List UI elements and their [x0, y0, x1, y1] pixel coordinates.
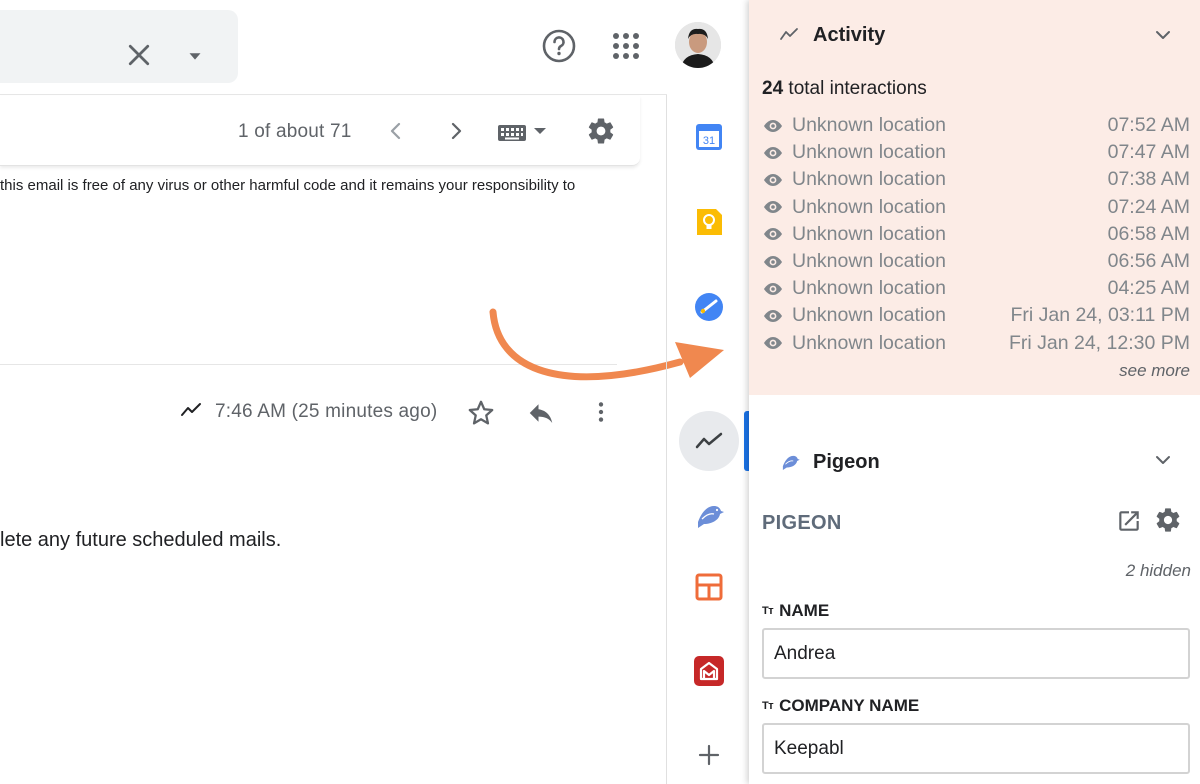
activity-location: Unknown location — [792, 141, 946, 164]
company-name-field-label-text: COMPANY NAME — [779, 696, 920, 715]
calendar-day: 31 — [703, 135, 715, 147]
total-interactions: 24 total interactions — [762, 78, 927, 100]
eye-icon — [764, 173, 782, 186]
mailsuite-icon[interactable] — [692, 654, 726, 688]
activity-time: Fri Jan 24, 03:11 PM — [1010, 304, 1190, 327]
tracking-trend-icon[interactable] — [692, 424, 726, 458]
help-icon[interactable] — [541, 28, 577, 64]
activity-time: 07:38 AM — [1107, 168, 1190, 191]
pigeon-title: Pigeon — [813, 451, 880, 473]
eye-icon — [764, 337, 782, 350]
name-field-label-text: NAME — [779, 601, 830, 620]
hidden-fields-count[interactable]: 2 hidden — [1126, 561, 1191, 581]
plus-icon[interactable] — [692, 738, 726, 772]
close-icon[interactable] — [124, 40, 154, 70]
message-timestamp: 7:46 AM (25 minutes ago) — [215, 401, 438, 422]
activity-row[interactable]: Unknown location 06:56 AM — [762, 248, 1192, 275]
email-disclaimer: this email is free of any virus or other… — [0, 177, 576, 194]
calendar-icon[interactable]: 31 — [692, 120, 726, 154]
activity-row[interactable]: Unknown location 07:52 AM — [762, 112, 1192, 139]
pagination-count: 1 of about 71 — [238, 121, 352, 142]
activity-time: 04:25 AM — [1107, 277, 1190, 300]
activity-location: Unknown location — [792, 195, 946, 218]
text-type-icon: Tт — [762, 605, 774, 617]
activity-location: Unknown location — [792, 114, 946, 137]
reply-icon[interactable] — [526, 398, 556, 428]
avatar[interactable] — [675, 22, 721, 68]
text-type-icon: Tт — [762, 700, 774, 712]
activity-time: 07:24 AM — [1107, 195, 1190, 218]
activity-list: Unknown location 07:52 AM Unknown locati… — [762, 112, 1192, 357]
activity-location: Unknown location — [792, 277, 946, 300]
chevron-down-icon[interactable] — [1151, 23, 1175, 47]
company-name-field[interactable] — [762, 723, 1190, 774]
pigeon-bird-icon[interactable] — [692, 497, 726, 531]
avatar-portrait-icon — [675, 22, 721, 68]
activity-row[interactable]: Unknown location 04:25 AM — [762, 275, 1192, 302]
activity-row[interactable]: Unknown location 06:58 AM — [762, 221, 1192, 248]
see-more-link[interactable]: see more — [1119, 361, 1190, 381]
message-divider — [0, 364, 617, 365]
search-box[interactable] — [0, 10, 238, 83]
activity-row[interactable]: Unknown location Fri Jan 24, 03:11 PM — [762, 302, 1192, 329]
eye-icon — [764, 201, 782, 214]
total-interactions-label: total interactions — [788, 78, 927, 99]
addon-side-panel: Activity 24 total interactions Unknown l… — [749, 0, 1200, 784]
gear-icon[interactable] — [586, 116, 616, 146]
name-field-label: Tт NAME — [762, 601, 829, 621]
chevron-down-icon[interactable] — [1151, 448, 1175, 472]
more-vertical-icon[interactable] — [588, 398, 614, 426]
activity-location: Unknown location — [792, 250, 946, 273]
keyboard-icon[interactable] — [496, 120, 552, 144]
tracking-trend-icon — [181, 403, 201, 416]
keep-icon[interactable] — [692, 205, 726, 239]
chevron-right-icon[interactable] — [444, 119, 468, 143]
caret-down-icon[interactable] — [184, 45, 206, 67]
activity-location: Unknown location — [792, 168, 946, 191]
activity-location: Unknown location — [792, 331, 946, 354]
gear-icon[interactable] — [1154, 506, 1182, 534]
activity-time: 06:58 AM — [1107, 222, 1190, 245]
eye-icon — [764, 119, 782, 132]
open-external-icon[interactable] — [1116, 508, 1142, 534]
activity-row[interactable]: Unknown location 07:47 AM — [762, 139, 1192, 166]
activity-time: 07:52 AM — [1107, 114, 1190, 137]
activity-time: Fri Jan 24, 12:30 PM — [1008, 331, 1190, 354]
tracking-trend-icon — [780, 28, 798, 40]
activity-location: Unknown location — [792, 222, 946, 245]
pigeon-bird-icon — [782, 455, 800, 471]
eye-icon — [764, 309, 782, 322]
eye-icon — [764, 255, 782, 268]
total-interactions-count: 24 — [762, 78, 784, 99]
activity-row[interactable]: Unknown location 07:38 AM — [762, 166, 1192, 193]
tasks-icon[interactable] — [692, 290, 726, 324]
eye-icon — [764, 282, 782, 295]
activity-row[interactable]: Unknown location Fri Jan 24, 12:30 PM — [762, 330, 1192, 357]
activity-location: Unknown location — [792, 304, 946, 327]
activity-time: 06:56 AM — [1107, 250, 1190, 273]
pigeon-section-label: PIGEON — [762, 512, 842, 534]
message-body-text: lete any future scheduled mails. — [0, 529, 282, 551]
chevron-left-icon[interactable] — [384, 119, 408, 143]
apps-grid-icon[interactable] — [610, 30, 642, 62]
star-icon[interactable] — [466, 398, 496, 428]
company-name-field-label: Tт COMPANY NAME — [762, 696, 919, 716]
activity-card: Activity 24 total interactions Unknown l… — [749, 0, 1200, 395]
activity-time: 07:47 AM — [1107, 141, 1190, 164]
activity-title: Activity — [813, 24, 886, 46]
activity-row[interactable]: Unknown location 07:24 AM — [762, 194, 1192, 221]
header-divider — [0, 94, 667, 95]
eye-icon — [764, 146, 782, 159]
side-strip-divider — [666, 95, 667, 784]
eye-icon — [764, 228, 782, 241]
name-field[interactable] — [762, 628, 1190, 679]
layout-template-icon[interactable] — [692, 570, 726, 604]
